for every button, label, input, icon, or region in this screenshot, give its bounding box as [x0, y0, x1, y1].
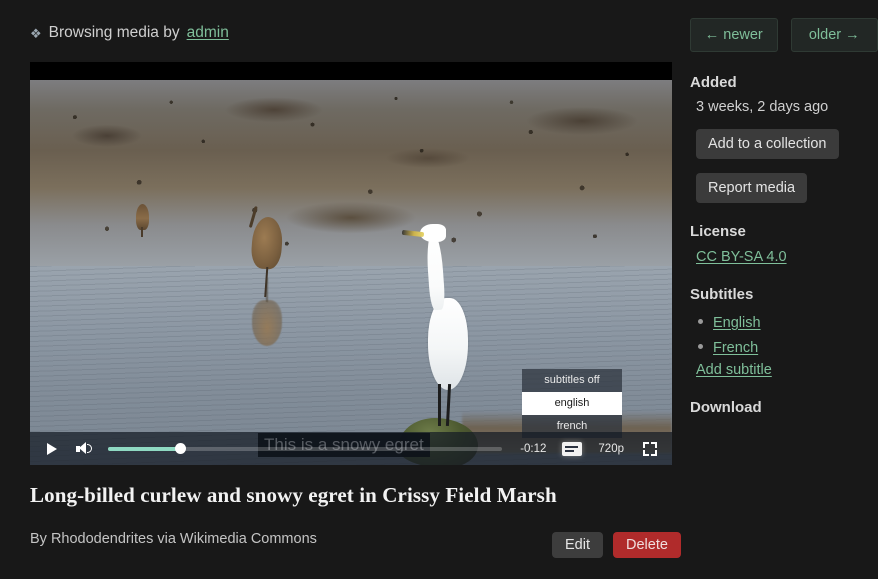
add-to-collection-button[interactable]: Add to a collection [696, 129, 839, 159]
subtitle-option-english[interactable]: english [522, 391, 622, 415]
subtitle-link-english[interactable]: English [713, 315, 761, 331]
video-egret-legs [436, 384, 454, 426]
subtitles-button[interactable] [556, 432, 588, 465]
delete-button[interactable]: Delete [613, 532, 681, 558]
play-button[interactable] [36, 432, 68, 465]
license-heading: License [690, 223, 746, 240]
fullscreen-button[interactable] [634, 432, 666, 465]
progress-slider[interactable] [108, 432, 503, 465]
sidebar: ← newer older → Added 3 weeks, 2 days ag… [690, 18, 878, 424]
subtitle-select-menu[interactable]: subtitles off english french [522, 369, 622, 438]
add-subtitle-link[interactable]: Add subtitle [696, 362, 772, 378]
older-button[interactable]: older → [790, 18, 878, 52]
diamond-icon: ❖ [30, 25, 42, 41]
subtitle-link-french[interactable]: French [713, 340, 758, 356]
volume-button[interactable] [68, 432, 100, 465]
media-actions: Edit Delete [552, 532, 681, 558]
time-remaining: -0:12 [520, 442, 547, 455]
closed-captions-icon [562, 441, 583, 456]
list-item: French [696, 336, 878, 359]
page-root: ❖ Browsing media by admin This is a snow… [0, 0, 878, 579]
subtitle-option-off[interactable]: subtitles off [522, 369, 622, 392]
list-item: English [696, 311, 878, 334]
license-link[interactable]: CC BY-SA 4.0 [696, 249, 787, 265]
video-control-bar: -0:12 720p [30, 432, 672, 465]
subtitle-list: English French [696, 311, 878, 359]
progress-handle[interactable] [175, 443, 187, 454]
progress-fill [108, 446, 181, 451]
added-value: 3 weeks, 2 days ago [696, 99, 829, 115]
breadcrumb-user-link[interactable]: admin [187, 24, 229, 42]
newer-button[interactable]: ← newer [690, 18, 778, 52]
added-heading: Added [690, 74, 737, 91]
fullscreen-icon [643, 441, 657, 456]
video-letterbox-bar [30, 62, 672, 80]
breadcrumb: ❖ Browsing media by admin [30, 24, 229, 42]
video-curlew-reflection [252, 278, 282, 346]
report-media-button[interactable]: Report media [696, 173, 808, 203]
video-player[interactable]: This is a snowy egret subtitles off engl… [30, 62, 672, 465]
video-mudflat-texture [30, 80, 672, 266]
breadcrumb-prefix: Browsing media by [48, 24, 180, 41]
video-distant-bird [136, 204, 149, 237]
play-icon [47, 442, 57, 455]
edit-button[interactable]: Edit [552, 532, 603, 558]
volume-icon [76, 442, 92, 455]
pagination-controls: ← newer older → [690, 18, 878, 52]
media-title: Long-billed curlew and snowy egret in Cr… [30, 483, 557, 507]
media-attribution: By Rhododendrites via Wikimedia Commons [30, 531, 317, 547]
quality-selector[interactable]: 720p [588, 443, 634, 455]
download-heading: Download [690, 399, 762, 417]
subtitles-heading: Subtitles [690, 286, 754, 303]
video-egret-body [428, 298, 468, 390]
